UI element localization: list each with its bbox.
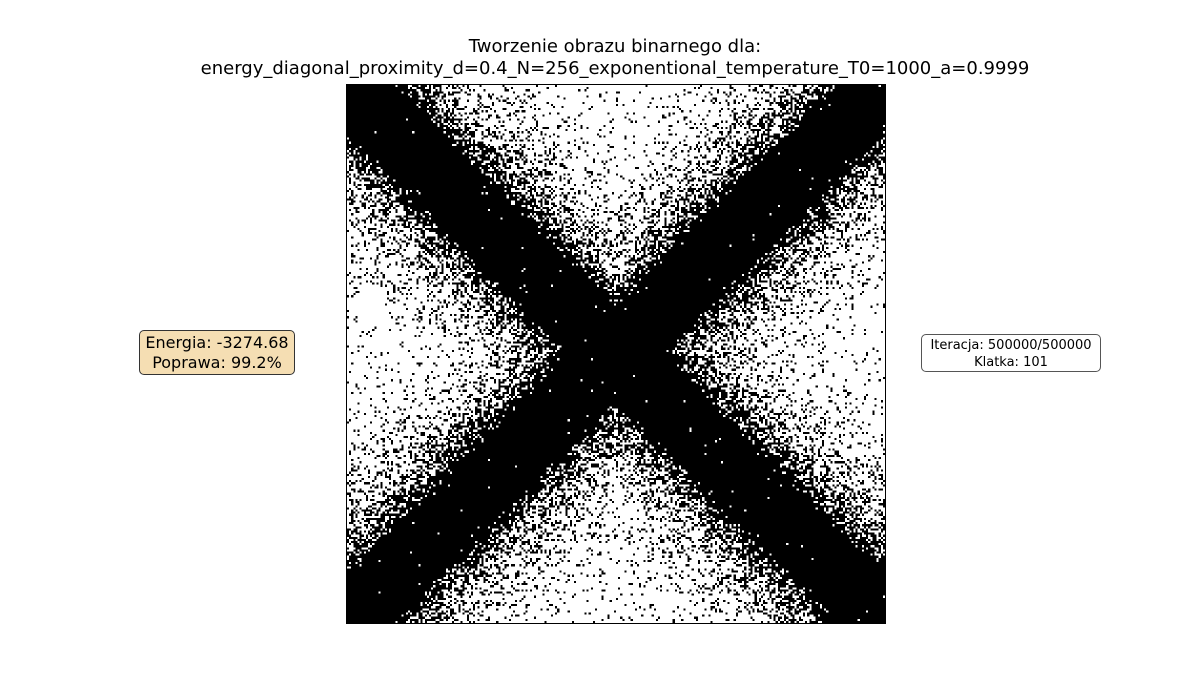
improvement-value: Poprawa: 99.2% <box>152 353 282 372</box>
title-line-1: Tworzenie obrazu binarnego dla: <box>468 36 762 57</box>
energy-value: Energia: -3274.68 <box>145 333 289 352</box>
frame-counter: Klatka: 101 <box>974 355 1048 370</box>
iteration-counter: Iteracja: 500000/500000 <box>930 338 1092 353</box>
title-line-2: energy_diagonal_proximity_d=0.4_N=256_ex… <box>200 58 1030 79</box>
iteration-info-box: Iteracja: 500000/500000 Klatka: 101 <box>921 334 1101 372</box>
binary-image-frame <box>346 84 886 624</box>
figure-title: Tworzenie obrazu binarnego dla: energy_d… <box>0 36 1200 80</box>
binary-image-canvas <box>347 85 885 623</box>
energy-info-box: Energia: -3274.68 Poprawa: 99.2% <box>139 330 295 375</box>
